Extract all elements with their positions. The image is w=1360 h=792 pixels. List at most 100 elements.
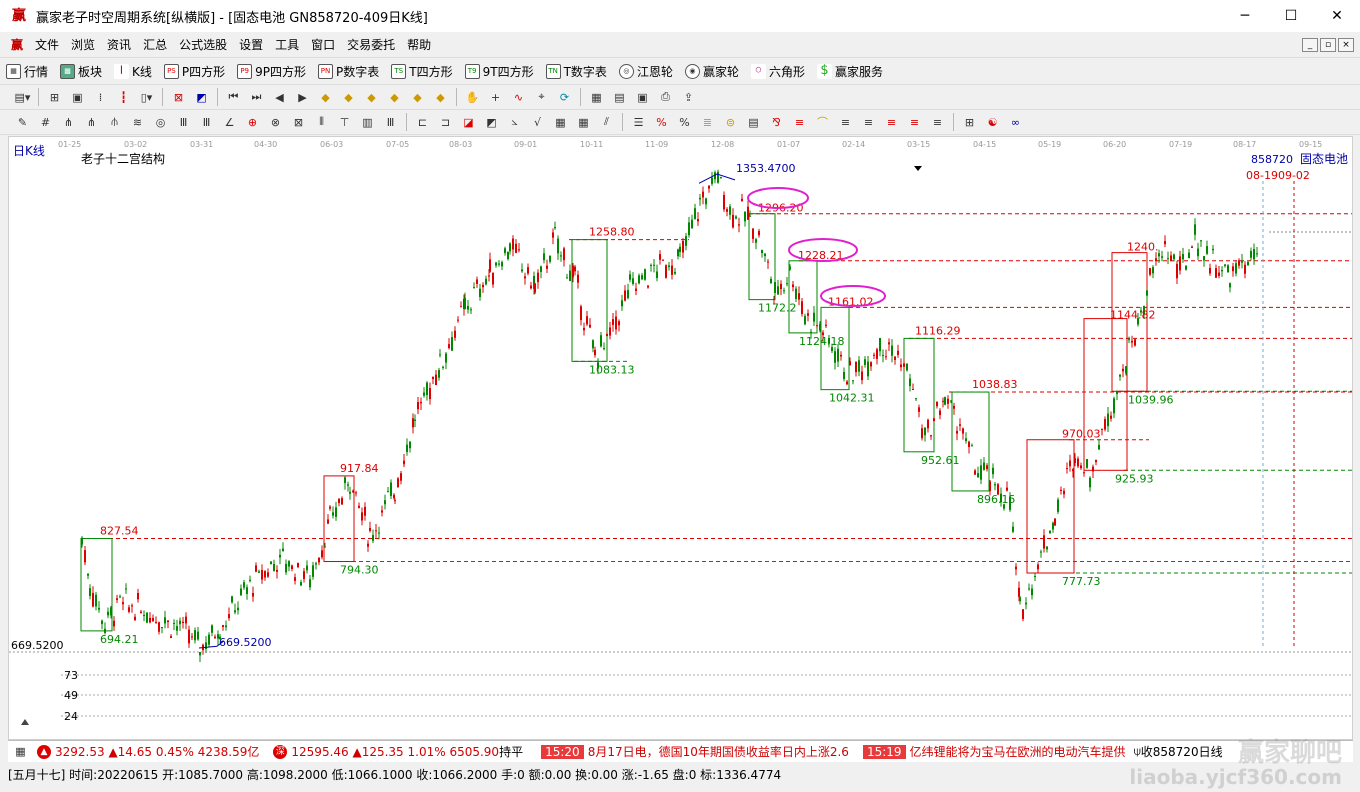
scroll-up-icon[interactable] [21,719,29,725]
select-icon[interactable]: ⌖ [533,89,550,106]
crosshair-icon[interactable]: + [487,89,504,106]
scroll-right-icon[interactable]: ◆ [386,89,403,106]
fan-icon[interactable]: ⋔ [60,114,77,131]
calendar-icon[interactable]: ▦ [588,89,605,106]
target-icon[interactable]: ⊕ [244,114,261,131]
menu-browse[interactable]: 浏览 [65,36,101,53]
matrix2-icon[interactable]: ▦ [575,114,592,131]
mdi-minimize-button[interactable]: _ [1302,38,1318,52]
fib2-icon[interactable]: Ⅲ [198,114,215,131]
rect-icon[interactable]: ⊏ [414,114,431,131]
menu-info[interactable]: 资讯 [101,36,137,53]
toolbar-t-table[interactable]: TN T数字表 [540,63,613,80]
hand-icon[interactable]: ✋ [464,89,481,106]
toolbar-gann-wheel[interactable]: ◎ 江恩轮 [613,63,679,80]
toolbar-t-square[interactable]: TS T四方形 [385,63,458,80]
levels2-icon[interactable]: ≡ [860,114,877,131]
index-shanghai[interactable]: 3292.53 ▲14.65 0.45% 4238.59亿 [55,743,259,760]
ticks-icon[interactable]: ⁞ [92,89,109,106]
mdi-close-button[interactable]: × [1338,38,1354,52]
news-item-1[interactable]: 8月17日电，德国10年期国债收益率日内上涨2.6 [588,743,849,760]
mdi-restore-button[interactable]: ▫ [1320,38,1336,52]
toolbar-p-table[interactable]: PN P数字表 [312,63,385,80]
toolbar-kline[interactable]: ┃ K线 [108,63,158,80]
zoom-out-icon[interactable]: ◆ [340,89,357,106]
grid-lines-icon[interactable]: # [37,114,54,131]
save-icon[interactable]: ▣ [634,89,651,106]
vee-icon[interactable]: √ [529,114,546,131]
grid2-icon[interactable]: ⊞ [961,114,978,131]
fork-icon[interactable]: ⫛ [106,114,123,131]
menu-tools[interactable]: 工具 [269,36,305,53]
line-draw-icon[interactable]: ∿ [510,89,527,106]
refresh-icon[interactable]: ⟳ [556,89,573,106]
percent-icon[interactable]: % [676,114,693,131]
ruler-icon[interactable]: ⊤ [336,114,353,131]
grid-x-icon[interactable]: ⊠ [290,114,307,131]
export-icon[interactable]: ⇪ [680,89,697,106]
infinity-icon[interactable]: ∞ [1007,114,1024,131]
slope-icon[interactable]: ⦣ [506,114,523,131]
matrix-icon[interactable]: ▦ [552,114,569,131]
toolbar-winner-wheel[interactable]: ◉ 赢家轮 [679,63,745,80]
candles-dropdown-icon[interactable]: ▯▾ [138,89,155,106]
f10-icon[interactable]: ▣ [69,89,86,106]
news-item-2[interactable]: 亿纬锂能将为宝马在欧洲的电动汽车提供 [910,743,1126,760]
menu-file[interactable]: 文件 [29,36,65,53]
kline-chart[interactable]: 01-25 03-02 03-31 04-30 06-03 07-05 08-03 09-01… [9,137,1352,739]
diag-icon[interactable]: ◪ [460,114,477,131]
angle-icon[interactable]: ∠ [221,114,238,131]
last-icon[interactable]: ⏭ [248,89,265,106]
diag2-icon[interactable]: ◩ [483,114,500,131]
toolbar-p-square[interactable]: PS P四方形 [158,63,231,80]
wave-icon[interactable]: ≋ [129,114,146,131]
period-dropdown-icon[interactable]: ▤▾ [14,89,31,106]
minimize-button[interactable]: ─ [1222,0,1268,32]
toolbar-service[interactable]: $ 赢家服务 [811,63,889,80]
fraction-icon[interactable]: ⅋ [768,114,785,131]
fraction2-icon[interactable]: ≡ [791,114,808,131]
zoom-in-icon[interactable]: ◆ [317,89,334,106]
chart-type-icon[interactable]: ⊞ [46,89,63,106]
compare-icon[interactable]: ⊠ [170,89,187,106]
bars3-icon[interactable]: ≣ [699,114,716,131]
indicator-icon[interactable]: ◩ [193,89,210,106]
menu-window[interactable]: 窗口 [305,36,341,53]
toolbar-hexagon[interactable]: ⬡ 六角形 [745,63,811,80]
maximize-button[interactable]: ☐ [1268,0,1314,32]
rect2-icon[interactable]: ⊐ [437,114,454,131]
toolbar-9t-square[interactable]: T9 9T四方形 [459,63,540,80]
print-icon[interactable]: ⎙ [657,89,674,106]
percent-fan-icon[interactable]: % [653,114,670,131]
coin-icon[interactable]: ⊜ [722,114,739,131]
scroll-left-icon[interactable]: ◆ [363,89,380,106]
menu-formula[interactable]: 公式选股 [173,36,233,53]
fib-icon[interactable]: Ⅲ [175,114,192,131]
cross-grid-icon[interactable]: ⊗ [267,114,284,131]
levels-icon[interactable]: ≡ [837,114,854,131]
levels4-icon[interactable]: ≡ [906,114,923,131]
quote-grid-icon[interactable]: ▦ [12,743,29,760]
prev-icon[interactable]: ◀ [271,89,288,106]
menu-trade[interactable]: 交易委托 [341,36,401,53]
kline-chart-panel[interactable]: 01-25 03-02 03-31 04-30 06-03 07-05 08-03 09-01… [8,136,1353,740]
menu-settings[interactable]: 设置 [233,36,269,53]
scroll-down-icon[interactable]: ◆ [432,89,449,106]
toolbar-blocks[interactable]: ▩ 板块 [54,63,108,80]
toolbar-quotes[interactable]: ▦ 行情 [0,63,54,80]
box-icon[interactable]: ▥ [359,114,376,131]
next-icon[interactable]: ▶ [294,89,311,106]
toolbar-9p-square[interactable]: P9 9P四方形 [231,63,312,80]
first-icon[interactable]: ⏮ [225,89,242,106]
index-shenzhen[interactable]: 12595.46 ▲125.35 1.01% 6505.90 [291,745,499,759]
circle-icon[interactable]: ◎ [152,114,169,131]
levels5-icon[interactable]: ≡ [929,114,946,131]
close-button[interactable]: ✕ [1314,0,1360,32]
sheet-icon[interactable]: ▤ [745,114,762,131]
fan2-icon[interactable]: ⋔ [83,114,100,131]
arc-icon[interactable]: ⌒ [814,114,831,131]
scroll-up-icon[interactable]: ◆ [409,89,426,106]
menu-help[interactable]: 帮助 [401,36,437,53]
channel-icon[interactable]: ⫽ [598,114,615,131]
table-icon[interactable]: ▤ [611,89,628,106]
